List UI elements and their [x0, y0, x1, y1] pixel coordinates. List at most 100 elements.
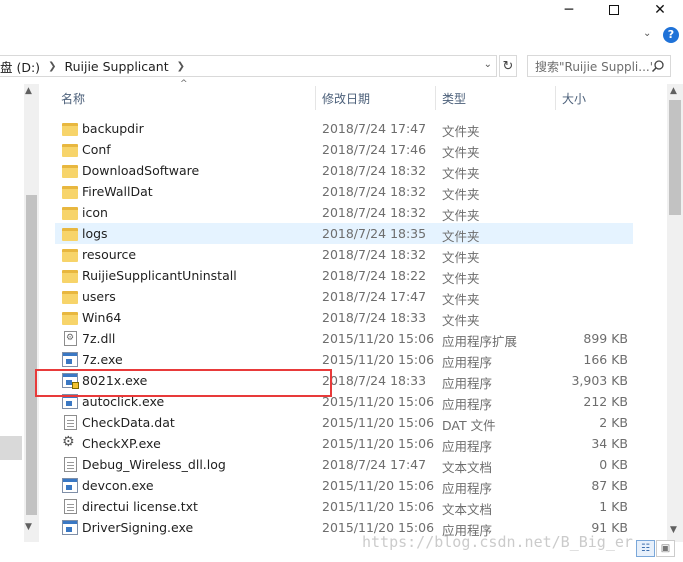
file-name: 7z.dll — [82, 331, 116, 346]
file-name: Debug_Wireless_dll.log — [82, 457, 226, 472]
minimize-button[interactable]: ─ — [546, 0, 592, 20]
file-row[interactable]: 7z.exe 2015/11/20 15:06 应用程序 166 KB — [55, 349, 633, 370]
file-type: 应用程序 — [442, 481, 493, 496]
file-size: 34 KB — [591, 436, 628, 451]
breadcrumb-folder[interactable]: Ruijie Supplicant — [64, 59, 168, 74]
file-date: 2018/7/24 18:35 — [322, 226, 427, 241]
file-size: 166 KB — [583, 352, 628, 367]
column-header-name[interactable]: 名称 — [61, 86, 85, 110]
file-row[interactable]: resource 2018/7/24 18:32 文件夹 — [55, 244, 633, 265]
address-bar[interactable]: 盘 (D:) ❯ Ruijie Supplicant ❯ ⌄ — [0, 55, 497, 77]
file-size: 1 KB — [599, 499, 628, 514]
file-name: DriverSigning.exe — [82, 520, 194, 535]
breadcrumb-drive[interactable]: 盘 (D:) — [0, 57, 40, 76]
column-divider[interactable] — [435, 86, 436, 110]
file-date: 2018/7/24 18:32 — [322, 184, 427, 199]
file-type: 文件夹 — [442, 313, 480, 328]
file-date: 2015/11/20 15:06 — [322, 394, 435, 409]
dll-icon — [64, 331, 77, 346]
column-header-date[interactable]: 修改日期 — [322, 86, 370, 110]
file-type: 文本文档 — [442, 502, 493, 517]
file-name: CheckXP.exe — [82, 436, 161, 451]
file-row[interactable]: 7z.dll 2015/11/20 15:06 应用程序扩展 899 KB — [55, 328, 633, 349]
column-header-type[interactable]: 类型 — [442, 86, 466, 110]
sort-ascending-icon: ^ — [180, 79, 188, 89]
exe-icon — [62, 520, 78, 535]
file-name: 7z.exe — [82, 352, 123, 367]
file-type: 文件夹 — [442, 187, 480, 202]
file-name: resource — [82, 247, 137, 262]
file-row[interactable]: icon 2018/7/24 18:32 文件夹 — [55, 202, 633, 223]
file-date: 2018/7/24 18:33 — [322, 373, 427, 388]
file-date: 2018/7/24 18:32 — [322, 163, 427, 178]
exe-icon — [62, 352, 78, 367]
refresh-button[interactable]: ↻ — [499, 55, 517, 77]
title-bar: ─ ✕ — [0, 0, 683, 22]
file-name: RuijieSupplicantUninstall — [82, 268, 237, 283]
file-name: backupdir — [82, 121, 144, 136]
file-row[interactable]: Win64 2018/7/24 18:33 文件夹 — [55, 307, 633, 328]
file-type: 文件夹 — [442, 124, 480, 139]
file-size: 0 KB — [599, 457, 628, 472]
scroll-down-icon[interactable]: ▼ — [25, 522, 32, 532]
file-type: 文件夹 — [442, 292, 480, 307]
text-file-icon — [64, 457, 77, 472]
folder-icon — [62, 270, 78, 283]
file-type: 应用程序 — [442, 397, 493, 412]
folder-icon — [62, 165, 78, 178]
file-name: logs — [82, 226, 108, 241]
maximize-button[interactable] — [591, 0, 637, 20]
file-row[interactable]: Debug_Wireless_dll.log 2018/7/24 17:47 文本文… — [55, 454, 633, 475]
folder-icon — [62, 249, 78, 262]
chevron-right-icon[interactable]: ❯ — [48, 61, 56, 72]
file-size: 2 KB — [599, 415, 628, 430]
file-row[interactable]: ⚙ CheckXP.exe 2015/11/20 15:06 应用程序 34 KB — [55, 433, 633, 454]
file-row[interactable]: directui license.txt 2015/11/20 15:06 文本文档… — [55, 496, 633, 517]
column-header-size[interactable]: 大小 — [562, 86, 586, 110]
file-row[interactable]: CheckData.dat 2015/11/20 15:06 DAT 文件 2 KB — [55, 412, 633, 433]
file-date: 2018/7/24 17:47 — [322, 121, 427, 136]
file-date: 2018/7/24 18:33 — [322, 310, 427, 325]
help-icon[interactable]: ? — [663, 27, 679, 43]
file-date: 2018/7/24 18:32 — [322, 247, 427, 262]
file-icon — [64, 415, 77, 430]
scroll-down-icon[interactable]: ▼ — [670, 525, 677, 535]
file-date: 2015/11/20 15:06 — [322, 499, 435, 514]
close-button[interactable]: ✕ — [637, 0, 683, 20]
search-input[interactable]: 搜索"Ruijie Suppli..." — [527, 55, 671, 77]
folder-icon — [62, 207, 78, 220]
file-name: directui license.txt — [82, 499, 198, 514]
file-row-hovered[interactable]: logs 2018/7/24 18:35 文件夹 — [55, 223, 633, 244]
column-divider[interactable] — [315, 86, 316, 110]
file-list-scrollbar-thumb[interactable] — [669, 100, 681, 215]
file-row[interactable]: DownloadSoftware 2018/7/24 18:32 文件夹 — [55, 160, 633, 181]
column-divider[interactable] — [555, 86, 556, 110]
nav-scrollbar-thumb[interactable] — [26, 195, 37, 515]
file-type: 应用程序 — [442, 439, 493, 454]
file-type: 文件夹 — [442, 271, 480, 286]
file-row[interactable]: FireWallDat 2018/7/24 18:32 文件夹 — [55, 181, 633, 202]
large-icons-view-button[interactable]: ▣ — [656, 540, 675, 557]
file-row[interactable]: users 2018/7/24 17:47 文件夹 — [55, 286, 633, 307]
file-type: 应用程序扩展 — [442, 334, 518, 349]
file-date: 2015/11/20 15:06 — [322, 478, 435, 493]
refresh-icon: ↻ — [502, 58, 514, 74]
file-type: 应用程序 — [442, 376, 493, 391]
details-view-button[interactable]: ☷ — [636, 540, 655, 557]
chevron-right-icon[interactable]: ❯ — [177, 61, 185, 72]
nav-selected-item[interactable] — [0, 436, 22, 460]
file-row[interactable]: RuijieSupplicantUninstall 2018/7/24 18:22… — [55, 265, 633, 286]
file-row[interactable]: Conf 2018/7/24 17:46 文件夹 — [55, 139, 633, 160]
exe-icon — [62, 478, 78, 493]
file-type: DAT 文件 — [442, 418, 496, 433]
file-row[interactable]: devcon.exe 2015/11/20 15:06 应用程序 87 KB — [55, 475, 633, 496]
scroll-up-icon[interactable]: ▲ — [670, 86, 677, 96]
file-type: 文件夹 — [442, 250, 480, 265]
file-row[interactable]: backupdir 2018/7/24 17:47 文件夹 — [55, 118, 633, 139]
chevron-down-icon[interactable]: ⌄ — [484, 59, 492, 70]
scroll-up-icon[interactable]: ▲ — [25, 86, 32, 96]
file-type: 文件夹 — [442, 229, 480, 244]
file-name: users — [82, 289, 116, 304]
watermark: https://blog.csdn.net/B_Big_er — [362, 533, 633, 551]
expand-ribbon-icon[interactable]: ⌄ — [643, 28, 651, 39]
